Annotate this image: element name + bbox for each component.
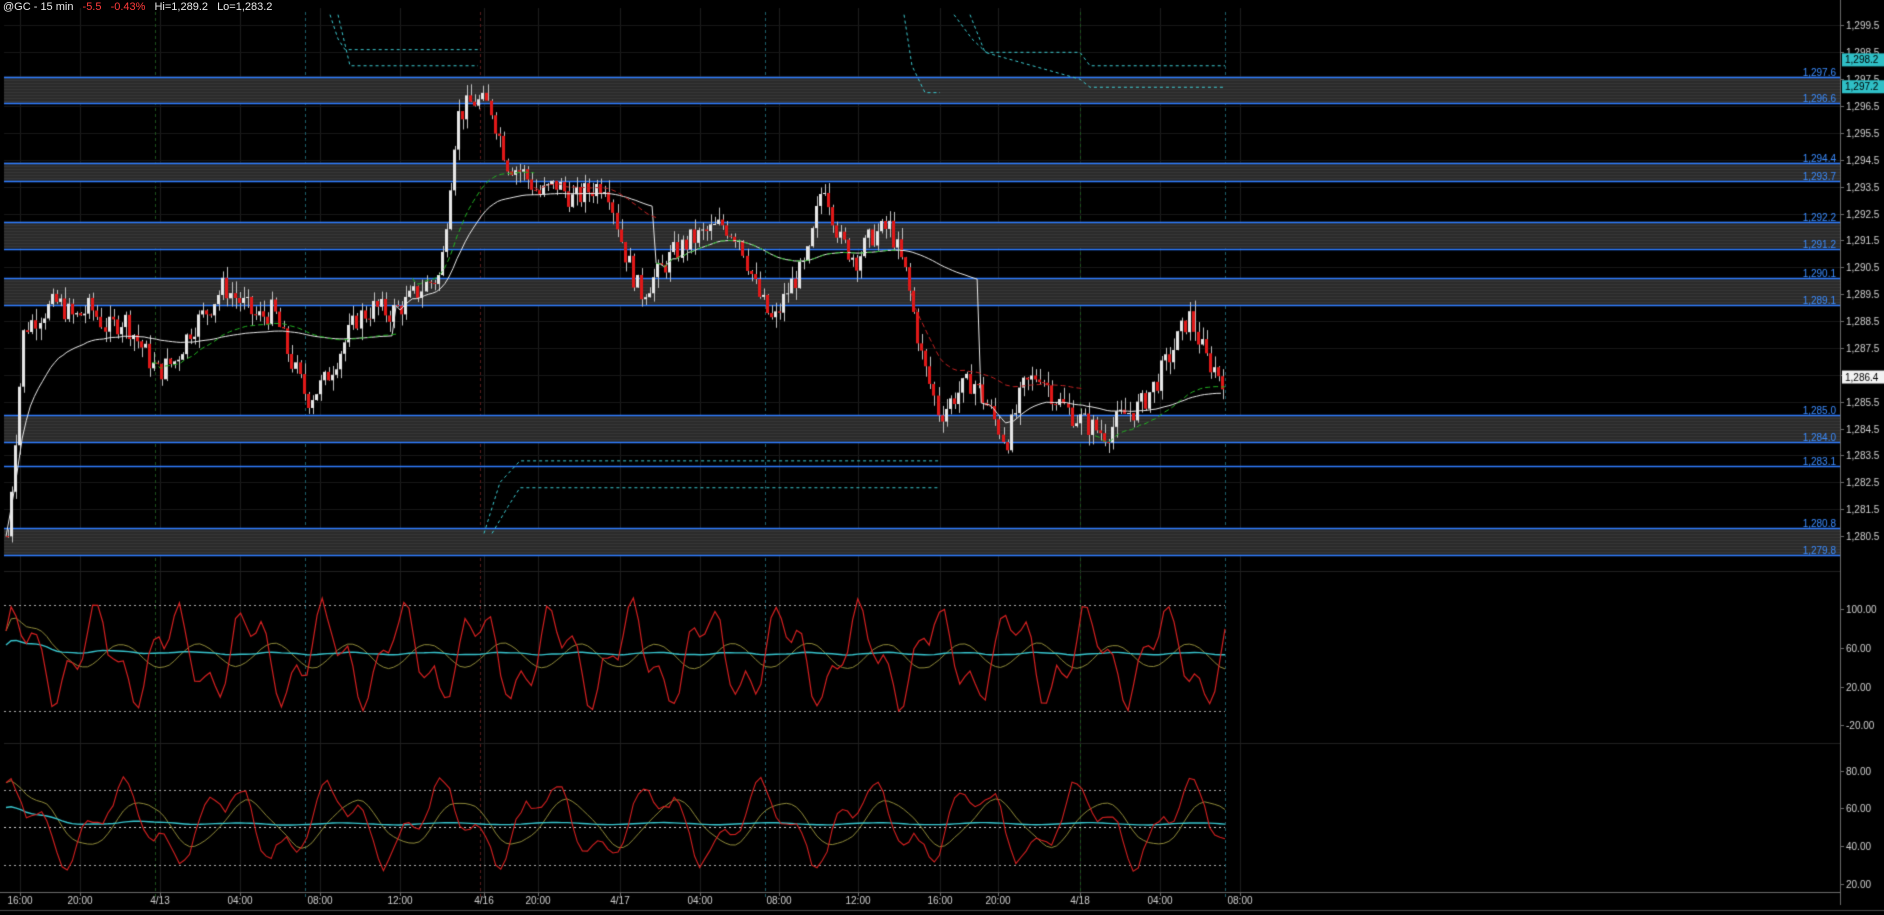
price-chart-canvas[interactable]	[0, 0, 1884, 915]
symbol-label: @GC - 15 min	[3, 1, 74, 13]
change-percent: -0.43%	[110, 1, 146, 13]
high-value: Hi=1,289.2	[154, 1, 208, 13]
low-value: Lo=1,283.2	[217, 1, 273, 13]
chart-header: @GC - 15 min -5.5 -0.43% Hi=1,289.2 Lo=1…	[3, 1, 278, 13]
change-value: -5.5	[82, 1, 102, 13]
